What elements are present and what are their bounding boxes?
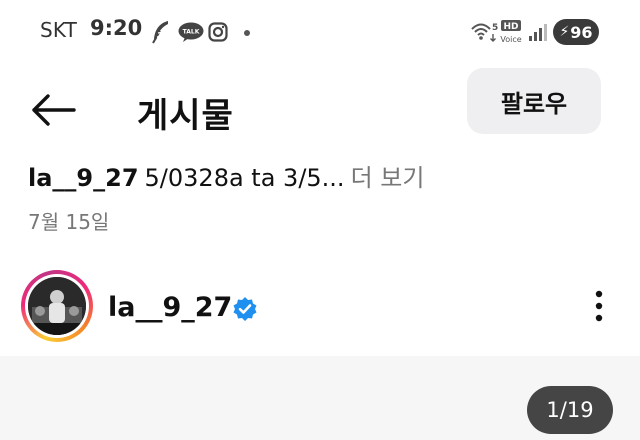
- battery-level: 96: [570, 22, 593, 42]
- post-date: 7월 15일: [28, 210, 110, 234]
- signal-icon: [529, 24, 547, 41]
- avatar-photo: [28, 277, 86, 335]
- hd-voice-icon: HD Voice: [500, 20, 522, 44]
- avatar-border: [25, 274, 89, 338]
- post-caption: la__9_27 5/0328a ta 3/5... 더 보기: [28, 158, 628, 193]
- talk-label: TALK: [183, 29, 200, 36]
- notification-dot-icon: [244, 30, 250, 36]
- post-media[interactable]: 1/19: [0, 356, 640, 440]
- post-header: 게시물 팔로우: [0, 64, 640, 156]
- verified-badge-icon: [233, 297, 257, 321]
- carrier-label: SKT: [40, 18, 78, 42]
- story-ring[interactable]: [21, 270, 93, 342]
- back-arrow-icon[interactable]: [28, 90, 78, 130]
- caption-text: 5/0328a ta 3/5...: [144, 164, 345, 192]
- page-title: 게시물: [137, 96, 234, 136]
- clock: 9:20: [90, 16, 143, 40]
- voice-label: Voice: [500, 35, 521, 44]
- author-row: la__9_27: [0, 266, 640, 350]
- author-username[interactable]: la__9_27: [108, 292, 232, 323]
- caption-username[interactable]: la__9_27: [28, 164, 139, 192]
- battery-charging-icon: ⚡ 96: [553, 19, 599, 45]
- instagram-icon: [208, 22, 228, 42]
- hd-label: HD: [503, 22, 518, 32]
- see-more-link[interactable]: 더 보기: [351, 164, 425, 192]
- wifi-icon: 5: [471, 23, 498, 42]
- avatar: [28, 277, 86, 335]
- status-bar: SKT 9:20 TALK 5 HD Voice ⚡ 96: [0, 0, 640, 64]
- follow-button[interactable]: 팔로우: [467, 68, 601, 134]
- feather-icon: [152, 21, 168, 44]
- carousel-counter: 1/19: [527, 386, 613, 434]
- kakaotalk-icon: TALK: [178, 22, 204, 42]
- charging-bolt-icon: ⚡: [559, 24, 570, 40]
- more-options-icon[interactable]: [584, 286, 614, 326]
- network-label: 5: [492, 23, 498, 33]
